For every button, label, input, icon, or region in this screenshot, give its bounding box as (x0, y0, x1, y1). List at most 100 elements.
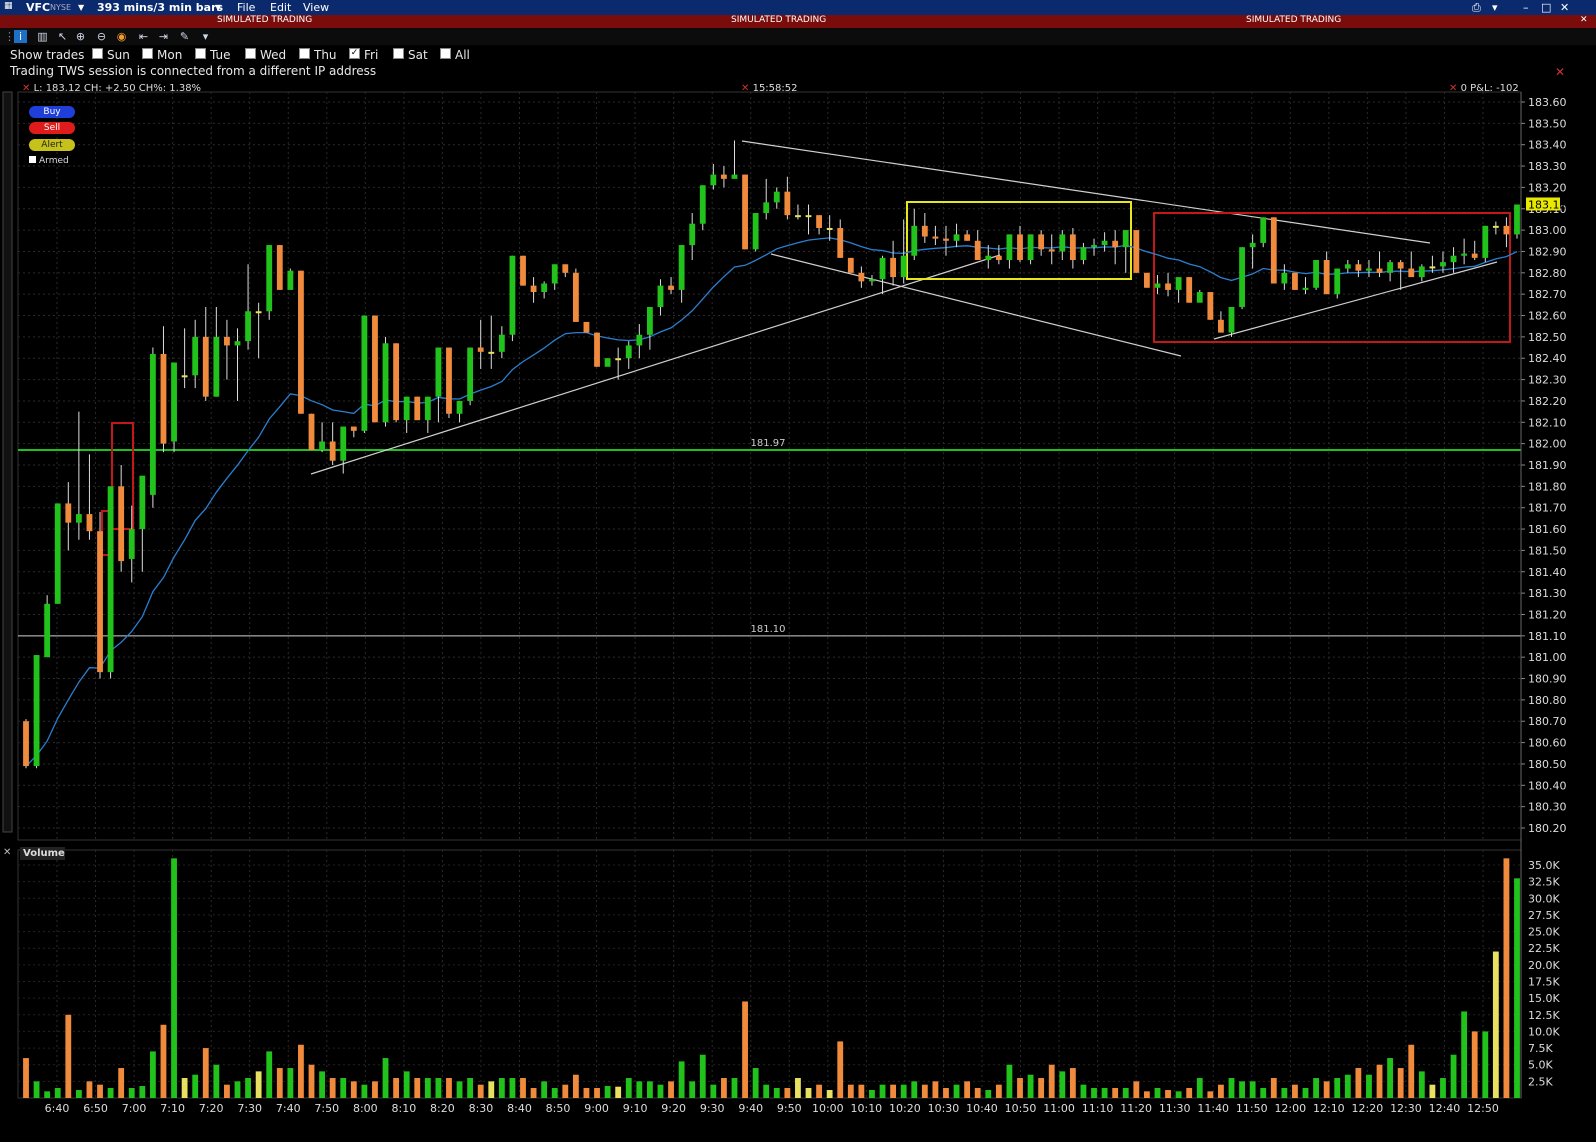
close-volume-icon[interactable]: ✕ (3, 847, 11, 858)
volume-bar (689, 1081, 696, 1098)
candle-body (171, 362, 177, 442)
candle-body (890, 257, 897, 278)
chart-area[interactable]: 181.97 181.10 183.60 183.50 183.40 183.30 183… (0, 81, 1596, 1142)
chevron-down-icon[interactable]: ▼ (215, 3, 221, 12)
quote-readout: ✕ L: 183.12 CH: +2.50 CH%: 1.38% (22, 83, 201, 94)
armed-checkbox[interactable] (29, 156, 36, 163)
zoom-out-icon[interactable]: ⊖ (95, 30, 108, 43)
volume-tick-label: 7.5K (1528, 1042, 1553, 1055)
menu-file[interactable]: File (237, 1, 255, 14)
window-close-icon[interactable]: ✕ (1560, 1, 1569, 14)
pointer-icon[interactable]: ↖ (56, 30, 69, 43)
close-quote-icon[interactable]: ✕ (22, 83, 30, 94)
volume-bar (1471, 1031, 1478, 1098)
candle-body (1069, 234, 1076, 261)
volume-bar (953, 1084, 960, 1098)
volume-tick-label: 27.5K (1528, 909, 1560, 922)
volume-bar (826, 1090, 833, 1098)
candle-body (562, 264, 569, 273)
candle-body (1302, 287, 1309, 290)
bar-chart-icon[interactable]: ▥ (36, 30, 49, 43)
more-tools-icon[interactable]: ▾ (199, 30, 212, 43)
print-icon[interactable]: ⎙ (1472, 1, 1481, 15)
close-notice-icon[interactable]: ✕ (1555, 65, 1565, 79)
volume-bar (1165, 1090, 1171, 1098)
volume-bar (847, 1084, 854, 1098)
candle-body (361, 315, 368, 431)
checkbox-tue[interactable] (195, 48, 206, 59)
candle-body (911, 225, 918, 256)
candle-body (202, 336, 209, 397)
time-tick-label: 8:40 (507, 1102, 532, 1115)
candle-body (636, 334, 643, 346)
candle-body (1027, 234, 1034, 261)
banner-close-icon[interactable]: ✕ (1580, 15, 1588, 25)
crosshair-icon[interactable]: ◉ (115, 30, 128, 43)
volume-bar (625, 1078, 632, 1098)
menu-view[interactable]: View (303, 1, 329, 14)
time-tick-label: 10:20 (889, 1102, 921, 1115)
price-tick-label: 180.60 (1528, 737, 1567, 750)
symbol-label[interactable]: VFC (26, 1, 50, 14)
alert-button[interactable]: Alert (29, 139, 75, 151)
bars-selector[interactable]: 393 mins/3 min bars (97, 1, 223, 14)
candle-body (1249, 242, 1256, 248)
volume-bar (266, 1051, 273, 1098)
checkbox-all[interactable] (440, 48, 451, 59)
time-tick-label: 11:50 (1236, 1102, 1268, 1115)
dropdown-icon[interactable]: ▾ (1492, 1, 1498, 14)
candle-body (1492, 225, 1499, 228)
time-tick-label: 10:30 (928, 1102, 960, 1115)
candle-body (1292, 272, 1298, 290)
zoom-in-icon[interactable]: ⊕ (74, 30, 87, 43)
volume-bar (350, 1081, 357, 1098)
price-tick-label: 182.50 (1528, 331, 1567, 344)
candle-body (509, 255, 516, 335)
sell-button[interactable]: Sell (29, 122, 75, 134)
scroll-right-icon[interactable]: ⇥ (157, 30, 170, 43)
price-tick-label: 181.30 (1528, 587, 1567, 600)
app-icon: ▦ (4, 1, 13, 11)
volume-bar (54, 1088, 61, 1098)
drawing-tools-icon[interactable]: ✎ (178, 30, 191, 43)
scroll-left-icon[interactable]: ⇤ (137, 30, 150, 43)
menu-edit[interactable]: Edit (270, 1, 291, 14)
session-notice: Trading TWS session is connected from a … (10, 64, 377, 78)
volume-tick-label: 15.0K (1528, 992, 1560, 1005)
time-readout-text: 15:58:52 (752, 83, 798, 94)
horizontal-line-label: 181.10 (751, 624, 786, 635)
volume-bar (1387, 1058, 1394, 1098)
checkbox-wed[interactable] (245, 48, 256, 59)
volume-bar (773, 1088, 780, 1098)
candle-body (1122, 230, 1129, 248)
chevron-down-icon[interactable]: ▼ (78, 3, 84, 12)
volume-bars (23, 858, 1520, 1098)
volume-bar (1080, 1084, 1087, 1098)
info-icon[interactable]: i (14, 30, 27, 43)
candle-body (1143, 272, 1150, 288)
candle-body (1186, 277, 1193, 303)
close-time-icon[interactable]: ✕ (741, 83, 749, 94)
checkbox-mon[interactable] (142, 48, 153, 59)
volume-bar (1228, 1078, 1235, 1098)
candles (23, 140, 1520, 769)
checkbox-sun[interactable] (92, 48, 103, 59)
candle-body (1376, 268, 1383, 273)
candle-body (763, 202, 770, 214)
volume-bar (456, 1081, 463, 1098)
minimize-icon[interactable]: – (1523, 1, 1529, 14)
buy-button[interactable]: Buy (29, 106, 75, 118)
checkbox-thu[interactable] (299, 48, 310, 59)
checkbox-sat[interactable] (393, 48, 404, 59)
volume-bar (1270, 1078, 1277, 1098)
candle-body (139, 475, 146, 530)
candle-body (932, 236, 939, 239)
candle-body (699, 185, 706, 224)
volume-bar (202, 1048, 209, 1098)
checkbox-fri[interactable]: ✓ (349, 48, 360, 59)
maximize-icon[interactable]: □ (1541, 1, 1551, 14)
time-tick-label: 10:40 (966, 1102, 998, 1115)
close-pnl-icon[interactable]: ✕ (1449, 83, 1457, 94)
candle-body (572, 272, 579, 322)
armed-toggle[interactable]: Armed (29, 156, 69, 166)
